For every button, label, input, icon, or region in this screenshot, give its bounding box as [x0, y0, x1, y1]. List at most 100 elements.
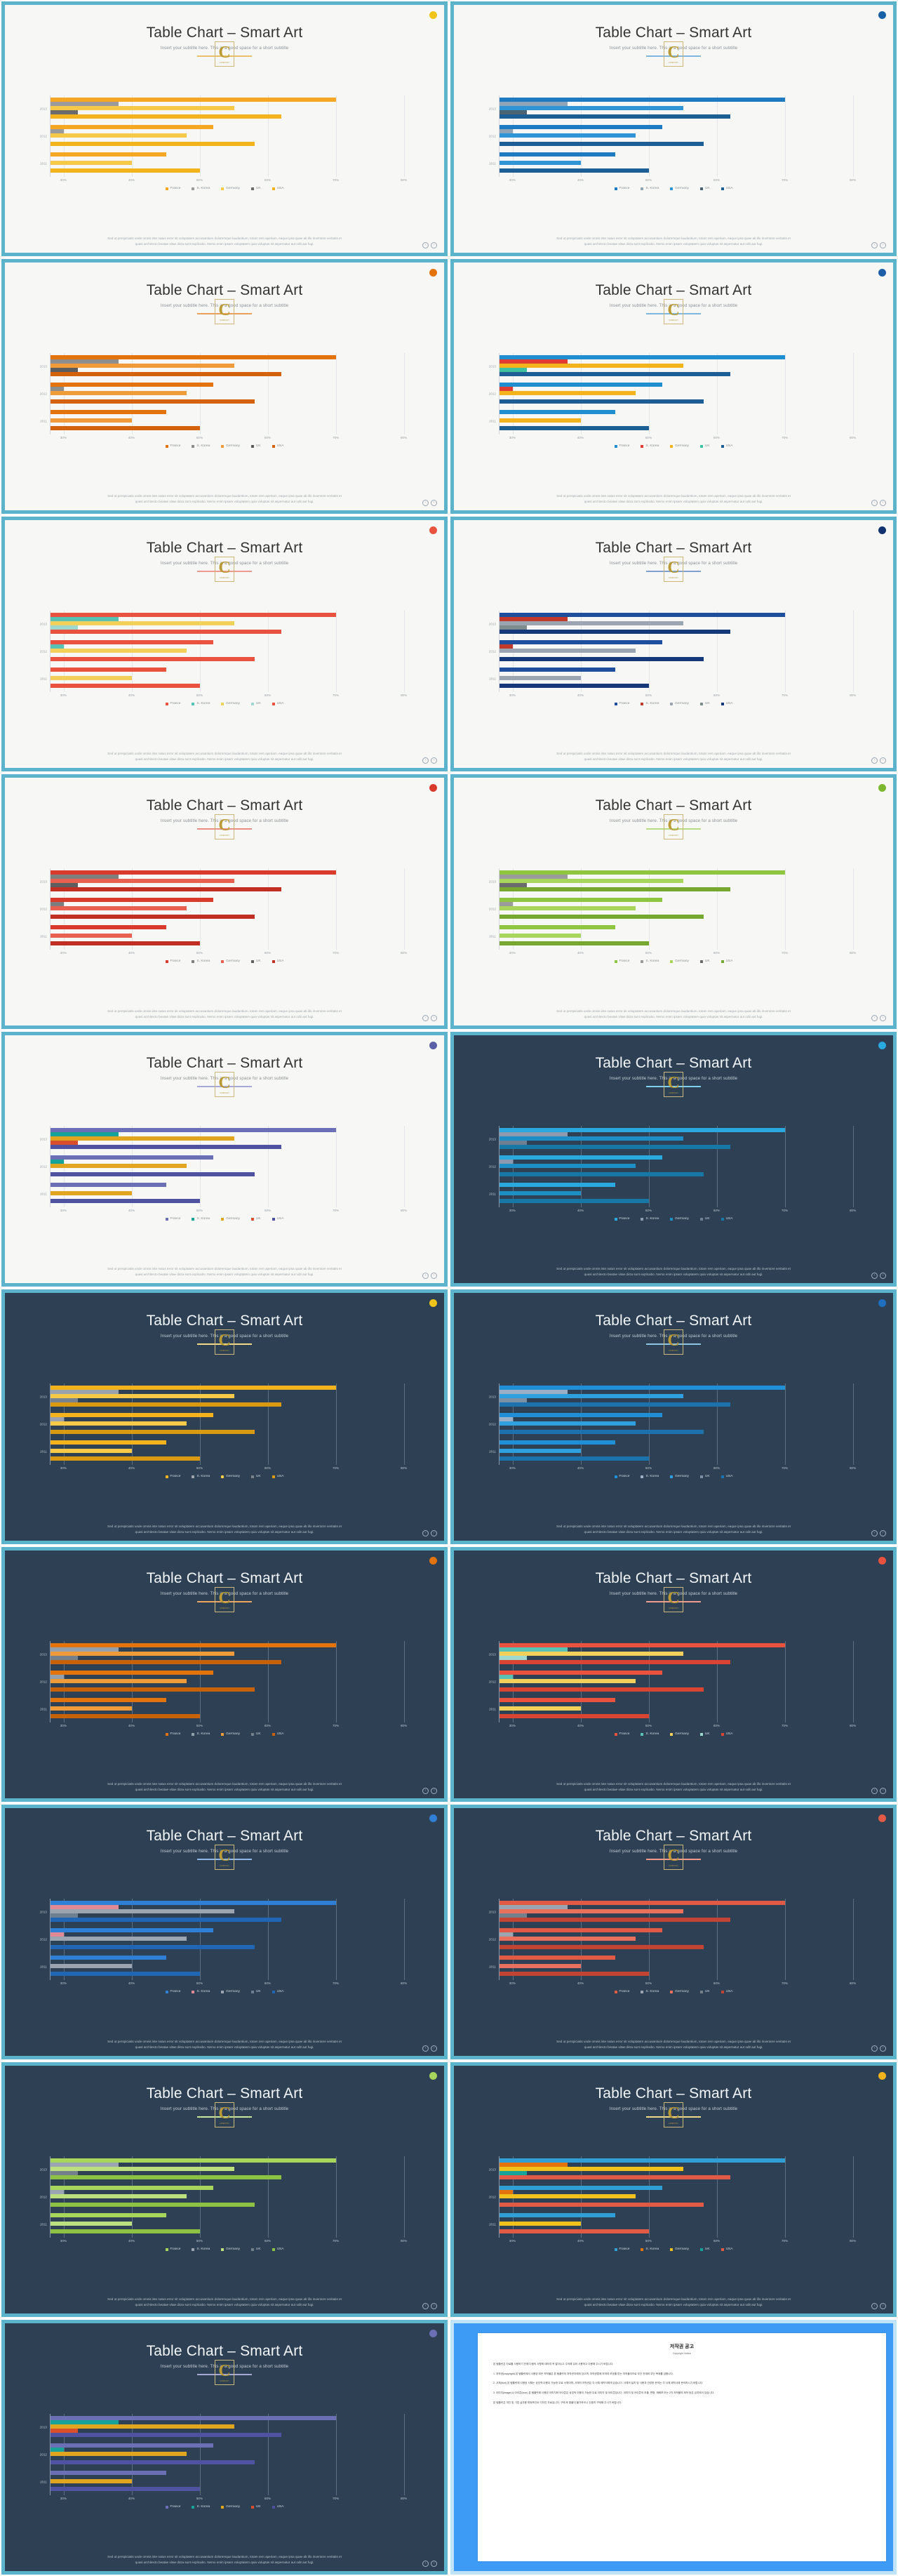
- chart-x-tick-label: 80%: [400, 1724, 408, 1728]
- next-arrow-icon[interactable]: ›: [880, 500, 886, 506]
- slide-thumbnail[interactable]: Table Chart – Smart Art Insert your subt…: [1, 259, 448, 514]
- slide-thumbnail[interactable]: Table Chart – Smart Art Insert your subt…: [1, 1805, 448, 2059]
- slide-nav-controls[interactable]: ‹ ›: [422, 2561, 437, 2567]
- next-arrow-icon[interactable]: ›: [431, 2045, 437, 2052]
- next-arrow-icon[interactable]: ›: [431, 1273, 437, 1279]
- slide-thumbnail[interactable]: Table Chart – Smart Art Insert your subt…: [450, 774, 897, 1029]
- slide-nav-controls[interactable]: ‹ ›: [871, 242, 886, 248]
- slide-nav-controls[interactable]: ‹ ›: [871, 1530, 886, 1536]
- next-arrow-icon[interactable]: ›: [880, 1273, 886, 1279]
- legend-swatch-icon: [699, 1475, 703, 1478]
- legend-swatch-icon: [250, 1990, 254, 1993]
- slide-nav-controls[interactable]: ‹ ›: [871, 500, 886, 506]
- slide-nav-controls[interactable]: ‹ ›: [871, 2045, 886, 2052]
- next-arrow-icon[interactable]: ›: [431, 1788, 437, 1794]
- slide-thumbnail[interactable]: Table Chart – Smart Art Insert your subt…: [450, 1032, 897, 1287]
- slide-body-text: Sed ut perspiciatis unde omnis iste natu…: [556, 751, 791, 761]
- prev-arrow-icon[interactable]: ‹: [422, 757, 429, 764]
- slide-thumbnail[interactable]: Table Chart – Smart Art Insert your subt…: [1, 2062, 448, 2317]
- prev-arrow-icon[interactable]: ‹: [422, 1273, 429, 1279]
- slide-nav-controls[interactable]: ‹ ›: [422, 1788, 437, 1794]
- logo-letter: C: [667, 816, 680, 835]
- next-arrow-icon[interactable]: ›: [880, 1788, 886, 1794]
- slide-thumbnail[interactable]: Table Chart – Smart Art Insert your subt…: [450, 259, 897, 514]
- slide-thumbnail[interactable]: Table Chart – Smart Art Insert your subt…: [450, 1805, 897, 2059]
- chart-legend-item: S. Korea: [192, 1732, 210, 1736]
- next-arrow-icon[interactable]: ›: [431, 500, 437, 506]
- next-arrow-icon[interactable]: ›: [431, 2561, 437, 2567]
- slide-thumbnail[interactable]: Table Chart – Smart Art Insert your subt…: [1, 1289, 448, 1544]
- prev-arrow-icon[interactable]: ‹: [871, 2303, 878, 2309]
- next-arrow-icon[interactable]: ›: [880, 1530, 886, 1536]
- slide-nav-controls[interactable]: ‹ ›: [422, 2045, 437, 2052]
- slide-body-text: Sed ut perspiciatis unde omnis iste natu…: [556, 2039, 791, 2049]
- prev-arrow-icon[interactable]: ‹: [422, 2561, 429, 2567]
- slide-body-text: Sed ut perspiciatis unde omnis iste natu…: [556, 1266, 791, 1276]
- chart-legend: France S. Korea Germany UK USA: [481, 2248, 866, 2251]
- slide-thumbnail[interactable]: Table Chart – Smart Art Insert your subt…: [450, 1, 897, 256]
- chart-legend-item: UK: [699, 187, 710, 190]
- chart-x-tick-label: 70%: [332, 178, 340, 182]
- next-arrow-icon[interactable]: ›: [431, 757, 437, 764]
- next-arrow-icon[interactable]: ›: [880, 2045, 886, 2052]
- prev-arrow-icon[interactable]: ‹: [871, 1788, 878, 1794]
- chart-x-axis: 30% 40% 50% 60% 70% 80%: [499, 692, 866, 701]
- chart-legend-item: UK: [699, 1217, 710, 1221]
- slide-thumbnail[interactable]: Table Chart – Smart Art Insert your subt…: [1, 774, 448, 1029]
- next-arrow-icon[interactable]: ›: [880, 757, 886, 764]
- prev-arrow-icon[interactable]: ‹: [422, 1015, 429, 1021]
- slide-nav-controls[interactable]: ‹ ›: [871, 1273, 886, 1279]
- prev-arrow-icon[interactable]: ‹: [871, 2045, 878, 2052]
- next-arrow-icon[interactable]: ›: [431, 2303, 437, 2309]
- chart-container: 2013 2012 2011 30% 40% 50% 60% 70% 80% France S…: [469, 1602, 878, 1774]
- slide-nav-controls[interactable]: ‹ ›: [871, 1015, 886, 1021]
- prev-arrow-icon[interactable]: ‹: [871, 1015, 878, 1021]
- next-arrow-icon[interactable]: ›: [880, 1015, 886, 1021]
- prev-arrow-icon[interactable]: ‹: [871, 500, 878, 506]
- slide-thumbnail[interactable]: Table Chart – Smart Art Insert your subt…: [450, 1289, 897, 1544]
- chart-bar: [51, 2487, 201, 2492]
- prev-arrow-icon[interactable]: ‹: [422, 242, 429, 248]
- chart-gridline: [716, 353, 718, 435]
- next-arrow-icon[interactable]: ›: [880, 2303, 886, 2309]
- slide-nav-controls[interactable]: ‹ ›: [422, 242, 437, 248]
- chart-legend-label: Germany: [675, 187, 689, 191]
- chart-legend: France S. Korea Germany UK USA: [32, 2505, 417, 2509]
- prev-arrow-icon[interactable]: ‹: [422, 500, 429, 506]
- slide-nav-controls[interactable]: ‹ ›: [422, 757, 437, 764]
- next-arrow-icon[interactable]: ›: [431, 1015, 437, 1021]
- prev-arrow-icon[interactable]: ‹: [871, 757, 878, 764]
- slide-thumbnail[interactable]: Table Chart – Smart Art Insert your subt…: [450, 1547, 897, 1802]
- prev-arrow-icon[interactable]: ‹: [422, 1530, 429, 1536]
- prev-arrow-icon[interactable]: ‹: [871, 242, 878, 248]
- legend-swatch-icon: [670, 1732, 674, 1736]
- chart-x-axis: 30% 40% 50% 60% 70% 80%: [50, 2238, 417, 2246]
- slide-thumbnail[interactable]: Table Chart – Smart Art Insert your subt…: [450, 2062, 897, 2317]
- slide-thumbnail[interactable]: Table Chart – Smart Art Insert your subt…: [1, 1032, 448, 1287]
- slide-thumbnail[interactable]: Table Chart – Smart Art Insert your subt…: [1, 1, 448, 256]
- legend-swatch-icon: [721, 1217, 724, 1221]
- chart-bar: [500, 933, 582, 938]
- slide-nav-controls[interactable]: ‹ ›: [871, 757, 886, 764]
- chart-y-tick-label: 2011: [489, 1449, 496, 1454]
- next-arrow-icon[interactable]: ›: [431, 242, 437, 248]
- prev-arrow-icon[interactable]: ‹: [422, 2303, 429, 2309]
- slide-nav-controls[interactable]: ‹ ›: [422, 1530, 437, 1536]
- slide-nav-controls[interactable]: ‹ ›: [422, 1015, 437, 1021]
- chart-bar: [500, 372, 731, 376]
- prev-arrow-icon[interactable]: ‹: [871, 1530, 878, 1536]
- logo-letter: C: [667, 1074, 680, 1092]
- slide-thumbnail[interactable]: Table Chart – Smart Art Insert your subt…: [450, 517, 897, 771]
- slide-nav-controls[interactable]: ‹ ›: [422, 500, 437, 506]
- prev-arrow-icon[interactable]: ‹: [422, 1788, 429, 1794]
- slide-nav-controls[interactable]: ‹ ›: [422, 2303, 437, 2309]
- next-arrow-icon[interactable]: ›: [431, 1530, 437, 1536]
- slide-thumbnail[interactable]: Table Chart – Smart Art Insert your subt…: [1, 517, 448, 771]
- slide-nav-controls[interactable]: ‹ ›: [871, 2303, 886, 2309]
- prev-arrow-icon[interactable]: ‹: [422, 2045, 429, 2052]
- slide-nav-controls[interactable]: ‹ ›: [422, 1273, 437, 1279]
- slide-thumbnail[interactable]: Table Chart – Smart Art Insert your subt…: [1, 1547, 448, 1802]
- prev-arrow-icon[interactable]: ‹: [871, 1273, 878, 1279]
- slide-nav-controls[interactable]: ‹ ›: [871, 1788, 886, 1794]
- next-arrow-icon[interactable]: ›: [880, 242, 886, 248]
